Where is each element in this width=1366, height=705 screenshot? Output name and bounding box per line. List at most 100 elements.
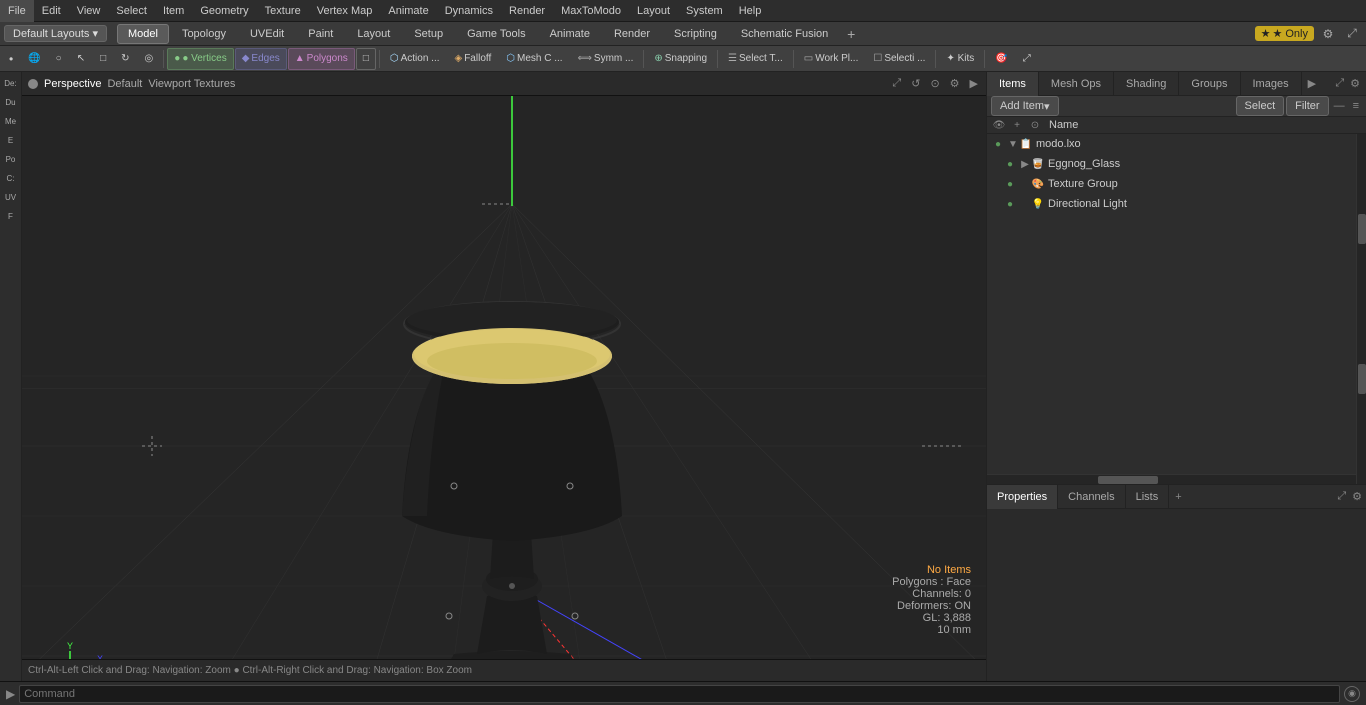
menu-texture[interactable]: Texture [257, 0, 309, 22]
ls-btn-2[interactable]: Du [2, 93, 20, 111]
viewport-perspective-label[interactable]: Perspective [44, 78, 101, 90]
tab-items[interactable]: Items [987, 72, 1039, 96]
tree-eye-texture[interactable]: ● [1003, 177, 1017, 191]
tab-images[interactable]: Images [1241, 72, 1302, 96]
add-item-button[interactable]: Add Item ▾ [991, 96, 1059, 116]
vp-settings-icon[interactable]: ⚙ [948, 77, 962, 90]
tree-item-modo-lxo[interactable]: ● ▼ 📋 modo.lxo [987, 134, 1366, 154]
toolbar1-settings-icon[interactable]: ⚙ [1318, 24, 1338, 44]
tab-uvedit[interactable]: UVEdit [239, 24, 295, 44]
rp-settings-icon[interactable]: ⚙ [1348, 77, 1362, 90]
tree-scrollbar-thumb[interactable] [1358, 214, 1366, 244]
tree-eye-light[interactable]: ● [1003, 197, 1017, 211]
edges-button[interactable]: ◆ Edges [235, 48, 287, 70]
ls-btn-6[interactable]: C: [2, 169, 20, 187]
viewport-content[interactable]: X Y Z No Items Polygons : Face Channels:… [22, 96, 986, 681]
ls-btn-5[interactable]: Po [2, 150, 20, 168]
vp-target-icon[interactable]: ⊙ [928, 77, 941, 90]
tb2-circle-icon[interactable]: ◎ [138, 48, 161, 70]
menu-dynamics[interactable]: Dynamics [437, 0, 501, 22]
tab-model[interactable]: Model [117, 24, 169, 44]
tree-expand-eggnog[interactable]: ▶ [1019, 158, 1031, 170]
tab-groups[interactable]: Groups [1179, 72, 1240, 96]
items-vscrollbar[interactable] [1356, 334, 1366, 484]
menu-maxtomodo[interactable]: MaxToModo [553, 0, 629, 22]
falloff-button[interactable]: ◈ Falloff [448, 48, 499, 70]
tab-scripting[interactable]: Scripting [663, 24, 728, 44]
tab-shading[interactable]: Shading [1114, 72, 1179, 96]
ls-btn-8[interactable]: F [2, 207, 20, 225]
tab-render[interactable]: Render [603, 24, 661, 44]
action-button[interactable]: ⬡ Action ... [383, 48, 447, 70]
items-vscrollbar-thumb[interactable] [1358, 364, 1366, 394]
viewport-dot[interactable] [28, 79, 38, 89]
tree-eye-modo[interactable]: ● [991, 137, 1005, 151]
tab-layout[interactable]: Layout [346, 24, 401, 44]
select-t-button[interactable]: ☰ Select T... [721, 48, 790, 70]
viewport[interactable]: Perspective Default Viewport Textures ⤢ … [22, 72, 986, 681]
vp-play-icon[interactable]: ▶ [968, 77, 980, 90]
tree-item-directional-light[interactable]: ● 💡 Directional Light [999, 194, 1366, 214]
items-hscrollbar[interactable] [987, 474, 1356, 484]
vertices-button[interactable]: ● ● Vertices [167, 48, 233, 70]
tb2-square-btn[interactable]: □ [356, 48, 376, 70]
tb2-box-icon[interactable]: □ [93, 48, 113, 70]
work-pl-button[interactable]: ▭ Work Pl... [797, 48, 866, 70]
props-settings-icon[interactable]: ⚙ [1352, 490, 1362, 503]
star-only-button[interactable]: ★ ★ Only [1255, 26, 1314, 41]
menu-file[interactable]: File [0, 0, 34, 22]
ls-btn-4[interactable]: E [2, 131, 20, 149]
vp-resize-icon[interactable]: ⤢ [890, 77, 903, 90]
tab-topology[interactable]: Topology [171, 24, 237, 44]
ls-btn-1[interactable]: De: [2, 74, 20, 92]
layout-selector[interactable]: Default Layouts ▾ [4, 25, 107, 42]
toolbar1-expand-icon[interactable]: ⤢ [1342, 24, 1362, 44]
tab-add-button[interactable]: + [841, 24, 861, 44]
symm-button[interactable]: ⟺ Symm ... [571, 48, 641, 70]
selecti-button[interactable]: ☐ Selecti ... [866, 48, 932, 70]
vp-refresh-icon[interactable]: ↺ [909, 77, 922, 90]
tb2-dot-icon[interactable]: • [2, 48, 20, 70]
menu-system[interactable]: System [678, 0, 731, 22]
rp-more-icon[interactable]: ≡ [1350, 100, 1362, 112]
items-filter-col[interactable]: ⊙ [1027, 117, 1043, 133]
props-tab-add[interactable]: + [1169, 489, 1187, 505]
tree-item-texture-group[interactable]: ● 🎨 Texture Group [999, 174, 1366, 194]
tab-paint[interactable]: Paint [297, 24, 344, 44]
tb2-globe-icon[interactable]: 🌐 [21, 48, 47, 70]
view-target-icon[interactable]: 🎯 [988, 48, 1014, 70]
polygons-button[interactable]: ▲ Polygons [288, 48, 355, 70]
tree-expand-light[interactable] [1019, 198, 1031, 210]
menu-geometry[interactable]: Geometry [192, 0, 256, 22]
menu-animate[interactable]: Animate [380, 0, 436, 22]
items-add-col[interactable]: + [1009, 117, 1025, 133]
items-hscrollbar-thumb[interactable] [1098, 476, 1158, 484]
menu-render[interactable]: Render [501, 0, 553, 22]
tab-mesh-ops[interactable]: Mesh Ops [1039, 72, 1114, 96]
viewport-textures-label[interactable]: Viewport Textures [148, 78, 235, 90]
tb2-rotate-icon[interactable]: ↻ [114, 48, 136, 70]
command-circle-btn[interactable]: ◉ [1344, 686, 1360, 702]
menu-help[interactable]: Help [731, 0, 770, 22]
tab-schematic-fusion[interactable]: Schematic Fusion [730, 24, 839, 44]
tree-eye-eggnog[interactable]: ● [1003, 157, 1017, 171]
tree-scrollbar[interactable] [1356, 134, 1366, 334]
menu-select[interactable]: Select [108, 0, 155, 22]
menu-vertex-map[interactable]: Vertex Map [309, 0, 381, 22]
tab-animate[interactable]: Animate [539, 24, 601, 44]
select-button[interactable]: Select [1236, 96, 1285, 116]
menu-edit[interactable]: Edit [34, 0, 69, 22]
mesh-button[interactable]: ⬡ Mesh C ... [499, 48, 569, 70]
tab-lists[interactable]: Lists [1126, 485, 1170, 509]
command-input[interactable] [19, 685, 1340, 703]
tree-item-eggnog-glass[interactable]: ● ▶ 🥃 Eggnog_Glass [999, 154, 1366, 174]
ls-btn-3[interactable]: Me [2, 112, 20, 130]
command-arrow[interactable]: ▶ [6, 687, 15, 701]
rp-tab-add[interactable]: ▶ [1302, 75, 1322, 92]
tree-expand-modo[interactable]: ▼ [1007, 138, 1019, 150]
filter-button[interactable]: Filter [1286, 96, 1328, 116]
menu-view[interactable]: View [69, 0, 109, 22]
rp-minus-icon[interactable]: — [1331, 100, 1348, 112]
tree-expand-texture[interactable] [1019, 178, 1031, 190]
tab-setup[interactable]: Setup [403, 24, 454, 44]
